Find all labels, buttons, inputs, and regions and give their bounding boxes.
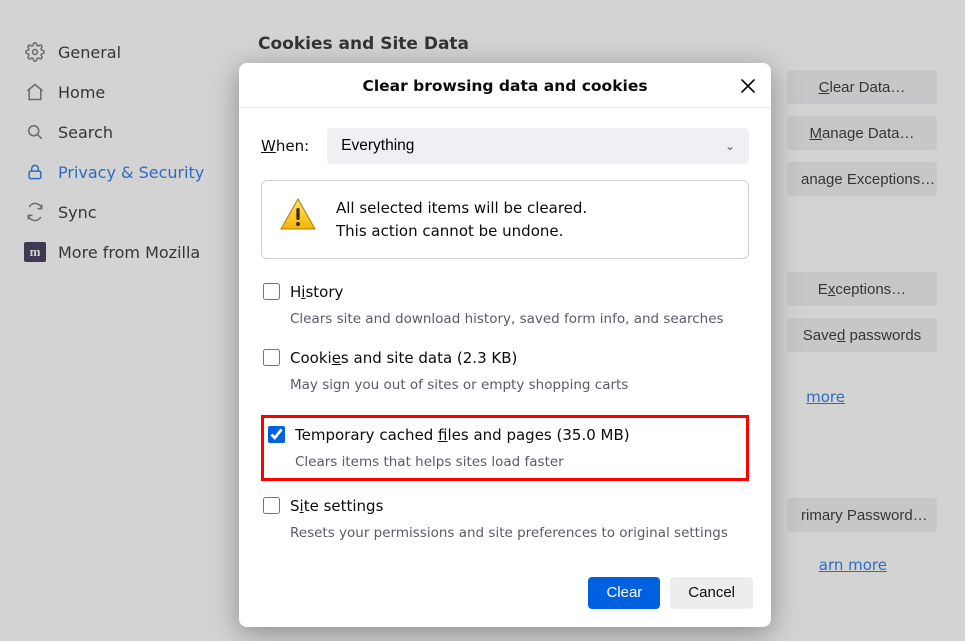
history-option: History Clears site and download history… [261,283,749,327]
cache-checkbox[interactable] [268,426,285,443]
sidebar-item-label: General [58,43,121,62]
cache-option: Temporary cached files and pages (35.0 M… [266,426,740,470]
sidebar-item-label: Search [58,123,113,142]
cookies-checkbox-row[interactable]: Cookies and site data (2.3 KB) [263,349,749,367]
site-settings-checkbox[interactable] [263,497,280,514]
sidebar-item-label: More from Mozilla [58,243,200,262]
site-settings-option: Site settings Resets your permissions an… [261,497,749,541]
gear-icon [24,41,46,63]
dialog-title-text: Clear browsing data and cookies [362,77,647,95]
sidebar-item-label: Sync [58,203,97,222]
site-settings-desc: Resets your permissions and site prefere… [290,525,749,541]
cookies-option: Cookies and site data (2.3 KB) May sign … [261,349,749,393]
alert-line1: All selected items will be cleared. [336,197,587,220]
site-settings-checkbox-row[interactable]: Site settings [263,497,749,515]
dialog-title: Clear browsing data and cookies [239,63,771,108]
sync-icon [24,201,46,223]
cache-desc: Clears items that helps sites load faste… [295,454,740,470]
chevron-down-icon: ⌄ [725,139,735,153]
clear-data-button[interactable]: CClear Data…lear Data… [787,70,937,104]
settings-sidebar: General Home Search Privacy & Security S… [0,0,230,641]
mozilla-icon: m [24,242,46,262]
cancel-button[interactable]: Cancel [670,577,753,609]
history-desc: Clears site and download history, saved … [290,311,749,327]
warning-icon [278,195,318,235]
learn-more-link-1[interactable]: more [806,388,845,406]
exceptions-button[interactable]: Exceptions… [787,272,937,306]
manage-exceptions-button[interactable]: anage Exceptions… [787,162,937,196]
when-value: Everything [341,137,414,155]
lock-icon [24,161,46,183]
learn-more-link-2[interactable]: arn more [819,556,887,574]
highlighted-option: Temporary cached files and pages (35.0 M… [261,415,749,481]
home-icon [24,81,46,103]
sidebar-item-home[interactable]: Home [16,72,222,112]
sidebar-item-search[interactable]: Search [16,112,222,152]
when-select[interactable]: Everything ⌄ [327,128,749,164]
close-icon[interactable] [735,73,761,99]
when-label: When: [261,137,309,155]
history-checkbox[interactable] [263,283,280,300]
primary-password-button[interactable]: rimary Password… [787,498,937,532]
sidebar-item-privacy-security[interactable]: Privacy & Security [16,152,222,192]
sidebar-item-label: Privacy & Security [58,163,204,182]
sidebar-item-general[interactable]: General [16,32,222,72]
sidebar-item-label: Home [58,83,105,102]
warning-alert: All selected items will be cleared. This… [261,180,749,259]
sidebar-item-sync[interactable]: Sync [16,192,222,232]
section-title-cookies: Cookies and Site Data [258,34,937,54]
cache-checkbox-row[interactable]: Temporary cached files and pages (35.0 M… [268,426,740,444]
alert-line2: This action cannot be undone. [336,220,587,243]
cookies-checkbox[interactable] [263,349,280,366]
clear-browsing-data-dialog: Clear browsing data and cookies When: Ev… [239,63,771,627]
saved-passwords-button[interactable]: Saved passwords [787,318,937,352]
search-icon [24,121,46,143]
history-checkbox-row[interactable]: History [263,283,749,301]
clear-button[interactable]: Clear [588,577,660,609]
manage-data-button[interactable]: Manage Data… [787,116,937,150]
cookies-desc: May sign you out of sites or empty shopp… [290,377,749,393]
sidebar-item-more-mozilla[interactable]: m More from Mozilla [16,232,222,272]
